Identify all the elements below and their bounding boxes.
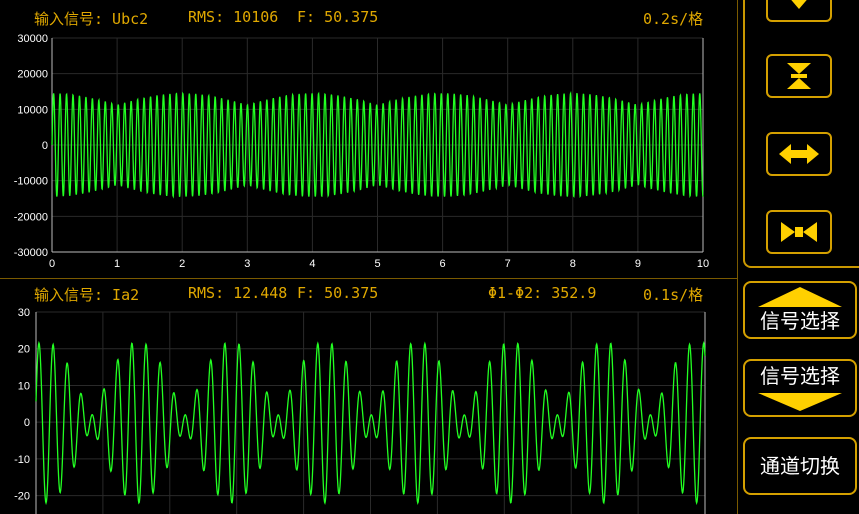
top-y-tick-label: 0: [42, 140, 48, 152]
bottom-y-tick-label: 10: [18, 380, 30, 392]
compress-vertical-icon: [787, 63, 811, 89]
top-x-tick-label: 0: [49, 258, 55, 270]
top-y-tick-label: -10000: [14, 176, 48, 188]
triangle-up-icon: [758, 287, 842, 307]
top-x-tick-label: 6: [440, 258, 446, 270]
top-waveform-chart: 3000020000100000-10000-20000-300000 1 2 3 4 5…: [14, 33, 709, 270]
top-y-tick-label: 20000: [17, 69, 48, 81]
waveform-canvas[interactable]: 3000020000100000-10000-20000-300000 1 2 3 4 5…: [0, 0, 740, 514]
top-y-tick-label: -30000: [14, 247, 48, 259]
compress-vertical-button[interactable]: [766, 54, 832, 98]
bottom-y-tick-label: 30: [18, 307, 30, 319]
arrow-down-icon: [791, 0, 807, 9]
bottom-waveform-chart: 30 20 10 0 -10 -20: [14, 307, 706, 514]
top-y-tick-label: 10000: [17, 104, 48, 116]
bottom-y-tick-label: 0: [24, 417, 30, 429]
signal-select-down-button[interactable]: 信号选择: [743, 359, 857, 417]
compress-horizontal-button[interactable]: [766, 210, 832, 254]
triangle-down-icon: [758, 393, 842, 411]
channel-switch-button[interactable]: 通道切换: [743, 437, 857, 495]
top-x-tick-label: 9: [635, 258, 641, 270]
signal-select-up-label: 信号选择: [760, 309, 840, 333]
top-y-tick-label: 30000: [17, 33, 48, 45]
top-x-tick-label: 7: [505, 258, 511, 270]
bottom-y-tick-label: -20: [14, 491, 30, 503]
channel-switch-label: 通道切换: [760, 454, 840, 478]
top-x-tick-label: 10: [697, 258, 709, 270]
top-x-tick-label: 8: [570, 258, 576, 270]
zoom-down-button[interactable]: [766, 0, 832, 22]
signal-select-up-button[interactable]: 信号选择: [743, 281, 857, 339]
top-x-tick-label: 2: [179, 258, 185, 270]
top-y-tick-label: -20000: [14, 211, 48, 223]
bottom-y-tick-label: -10: [14, 454, 30, 466]
expand-horizontal-icon: [779, 144, 819, 164]
signal-select-down-label: 信号选择: [760, 364, 840, 388]
compress-horizontal-icon: [781, 222, 817, 242]
top-x-tick-label: 3: [244, 258, 250, 270]
top-x-tick-label: 4: [309, 258, 315, 270]
bottom-y-tick-label: 20: [18, 344, 30, 356]
expand-horizontal-button[interactable]: [766, 132, 832, 176]
top-x-tick-label: 5: [374, 258, 380, 270]
top-x-tick-label: 1: [114, 258, 120, 270]
